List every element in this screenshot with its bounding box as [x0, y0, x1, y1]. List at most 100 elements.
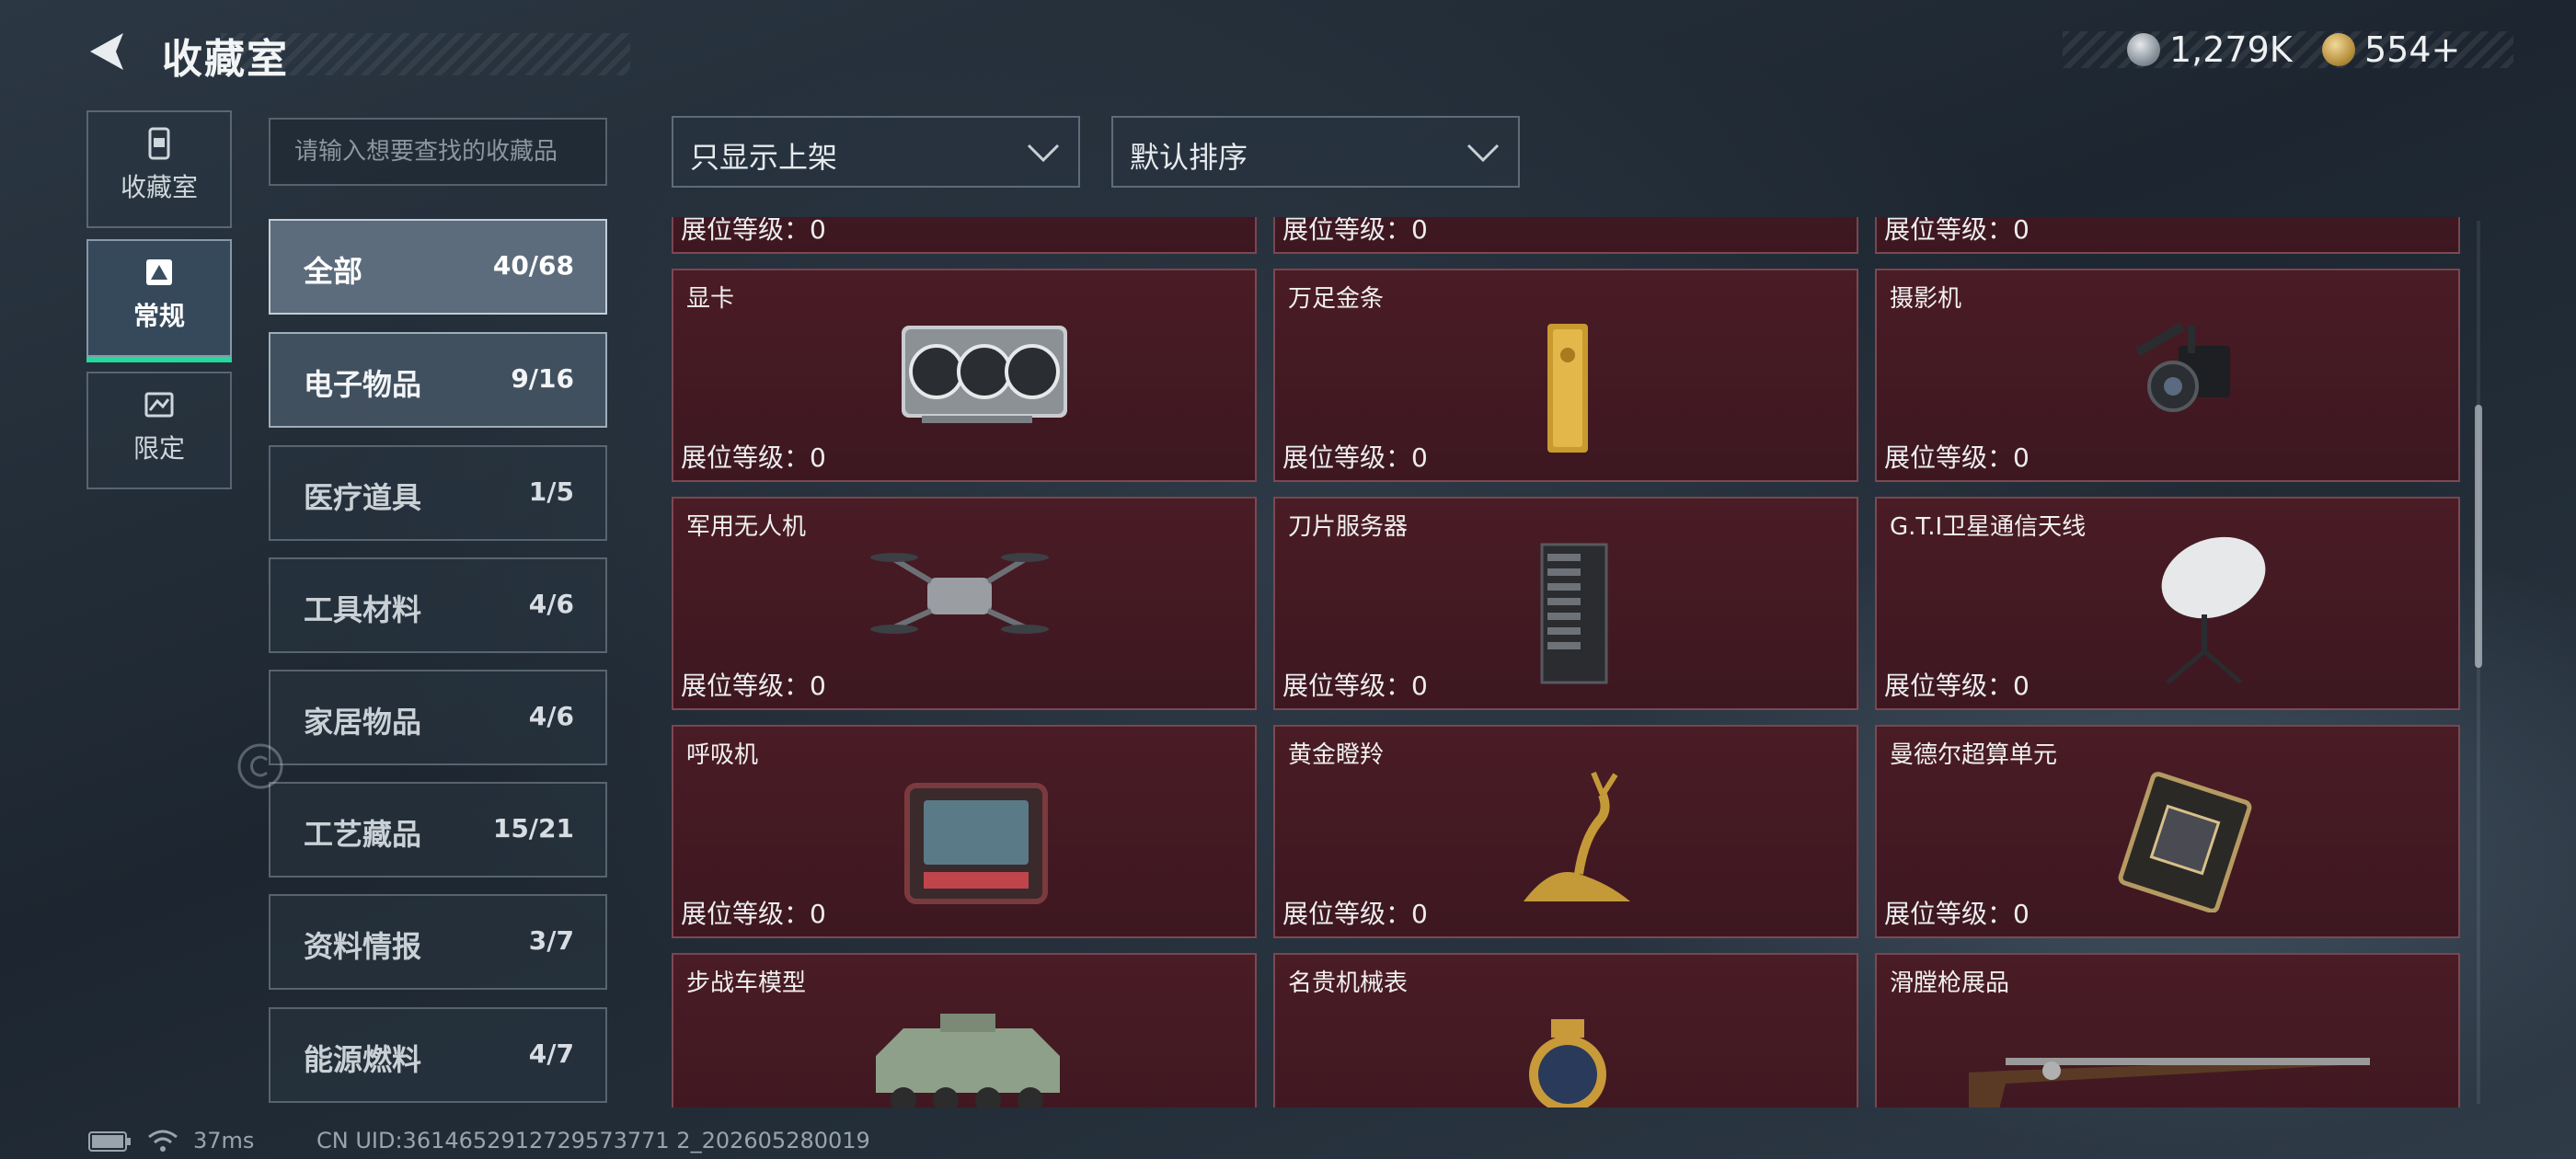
display-level: 展位等级：0 — [1884, 217, 2030, 245]
collection-room-icon — [148, 127, 170, 160]
display-level: 展位等级：0 — [1282, 671, 1428, 701]
collection-card[interactable]: 展位等级：0 — [1875, 217, 2460, 254]
search-input[interactable] — [270, 120, 605, 184]
active-indicator — [86, 357, 232, 362]
category-name: 工具材料 — [304, 592, 422, 627]
display-level: 展位等级：0 — [681, 899, 826, 929]
nav-limited[interactable]: 限定 — [86, 372, 232, 489]
category-count: 1/5 — [528, 476, 574, 507]
collection-card[interactable]: 呼吸机 展位等级：0 — [672, 725, 1257, 938]
nav-label: 限定 — [132, 433, 185, 464]
display-level: 展位等级：0 — [1884, 671, 2030, 701]
display-level: 展位等级：0 — [681, 671, 826, 701]
regular-icon — [146, 259, 172, 285]
collection-grid[interactable]: 展位等级：0 展位等级：0 展位等级：0 显卡 展位等级：0 万足金条 展位等级… — [670, 217, 2510, 1107]
display-level: 展位等级：0 — [1282, 217, 1428, 245]
musket-icon — [1969, 982, 2370, 1107]
collection-card[interactable]: 滑膛枪展品 — [1875, 953, 2460, 1107]
chevron-down-icon — [1466, 143, 1500, 163]
user-uid: CN UID:3614652912729573771 2_20260528001… — [316, 1128, 870, 1153]
ping-readout: 37ms — [193, 1128, 255, 1153]
category-intel[interactable]: 资料情报 3/7 — [269, 894, 607, 990]
collection-card[interactable]: 步战车模型 — [672, 953, 1257, 1107]
display-filter-dropdown[interactable]: 只显示上架 — [672, 116, 1080, 188]
graphics-card-icon — [765, 298, 1167, 456]
collection-card[interactable]: 万足金条 展位等级：0 — [1273, 269, 1858, 482]
supercomputer-unit-icon — [1969, 754, 2370, 912]
category-medical[interactable]: 医疗道具 1/5 — [269, 445, 607, 541]
category-name: 电子物品 — [304, 367, 422, 402]
collection-card[interactable]: 曼德尔超算单元 展位等级：0 — [1875, 725, 2460, 938]
drone-icon — [765, 526, 1167, 684]
nav-regular[interactable]: 常规 — [86, 239, 232, 362]
category-energy[interactable]: 能源燃料 4/7 — [269, 1007, 607, 1103]
back-arrow-icon[interactable] — [83, 28, 131, 75]
category-name: 医疗道具 — [304, 480, 422, 515]
category-tools[interactable]: 工具材料 4/6 — [269, 557, 607, 653]
search-box[interactable] — [269, 118, 607, 186]
item-name: 摄影机 — [1890, 285, 1962, 313]
collection-card[interactable]: 名贵机械表 — [1273, 953, 1858, 1107]
collection-card[interactable]: 展位等级：0 — [1273, 217, 1858, 254]
collection-card[interactable]: 展位等级：0 — [672, 217, 1257, 254]
display-level: 展位等级：0 — [1282, 442, 1428, 473]
category-count: 4/7 — [528, 1039, 574, 1069]
ventilator-icon — [765, 754, 1167, 912]
gold-coin-icon — [2322, 33, 2355, 66]
category-crafts[interactable]: 工艺藏品 15/21 — [269, 782, 607, 878]
collection-card[interactable]: G.T.I卫星通信天线 展位等级：0 — [1875, 497, 2460, 710]
page-title: 收藏室 — [162, 36, 289, 83]
collection-card[interactable]: 刀片服务器 展位等级：0 — [1273, 497, 1858, 710]
wifi-icon — [148, 1130, 178, 1152]
title-bar: 收藏室 — [83, 20, 630, 85]
gold-bar-icon — [1367, 298, 1768, 456]
item-name: 呼吸机 — [686, 741, 759, 769]
dropdown-selected-value: 默认排序 — [1130, 140, 1248, 175]
display-level: 展位等级：0 — [681, 442, 826, 473]
category-name: 全部 — [304, 254, 363, 289]
gold-amount[interactable]: 554+ — [2364, 29, 2460, 70]
category-all[interactable]: 全部 40/68 — [269, 219, 607, 315]
nav-label: 常规 — [132, 301, 185, 331]
video-camera-icon — [1969, 298, 2370, 456]
dropdown-selected-value: 只显示上架 — [690, 140, 838, 175]
category-count: 3/7 — [528, 925, 574, 956]
golden-gazelle-icon — [1367, 754, 1768, 912]
category-count: 4/6 — [528, 589, 574, 619]
category-count: 40/68 — [492, 250, 574, 281]
nav-label: 收藏室 — [120, 172, 198, 202]
display-level: 展位等级：0 — [1884, 442, 2030, 473]
luxury-watch-icon — [1367, 982, 1768, 1107]
copyright-watermark-icon — [237, 743, 283, 789]
battery-icon — [88, 1131, 131, 1152]
collection-card[interactable]: 摄影机 展位等级：0 — [1875, 269, 2460, 482]
category-count: 9/16 — [511, 363, 574, 394]
category-name: 家居物品 — [304, 705, 422, 740]
category-count: 4/6 — [528, 701, 574, 731]
collection-card[interactable]: 显卡 展位等级：0 — [672, 269, 1257, 482]
display-level: 展位等级：0 — [1282, 899, 1428, 929]
display-level: 展位等级：0 — [1884, 899, 2030, 929]
item-name: 显卡 — [686, 285, 735, 313]
category-count: 15/21 — [492, 813, 574, 843]
category-name: 能源燃料 — [304, 1042, 422, 1077]
collection-card[interactable]: 黄金瞪羚 展位等级：0 — [1273, 725, 1858, 938]
sort-dropdown[interactable]: 默认排序 — [1111, 116, 1520, 188]
currency-bar: 1,279K 554+ — [2063, 28, 2513, 70]
display-level: 展位等级：0 — [681, 217, 826, 245]
category-electronics[interactable]: 电子物品 9/16 — [269, 332, 607, 428]
chevron-down-icon — [1027, 143, 1060, 163]
category-name: 资料情报 — [304, 929, 422, 964]
scrollbar-thumb[interactable] — [2475, 405, 2482, 668]
ifv-model-icon — [765, 982, 1167, 1107]
satellite-dish-icon — [1969, 526, 2370, 684]
category-name: 工艺藏品 — [304, 817, 422, 852]
limited-icon — [144, 392, 174, 418]
category-household[interactable]: 家居物品 4/6 — [269, 670, 607, 765]
status-footer: 37ms CN UID:3614652912729573771 2_202605… — [88, 1128, 1192, 1155]
silver-amount: 1,279K — [2169, 29, 2293, 70]
silver-coin-icon — [2127, 33, 2160, 66]
nav-collection-room[interactable]: 收藏室 — [86, 110, 232, 228]
server-icon — [1367, 526, 1768, 684]
collection-card[interactable]: 军用无人机 展位等级：0 — [672, 497, 1257, 710]
